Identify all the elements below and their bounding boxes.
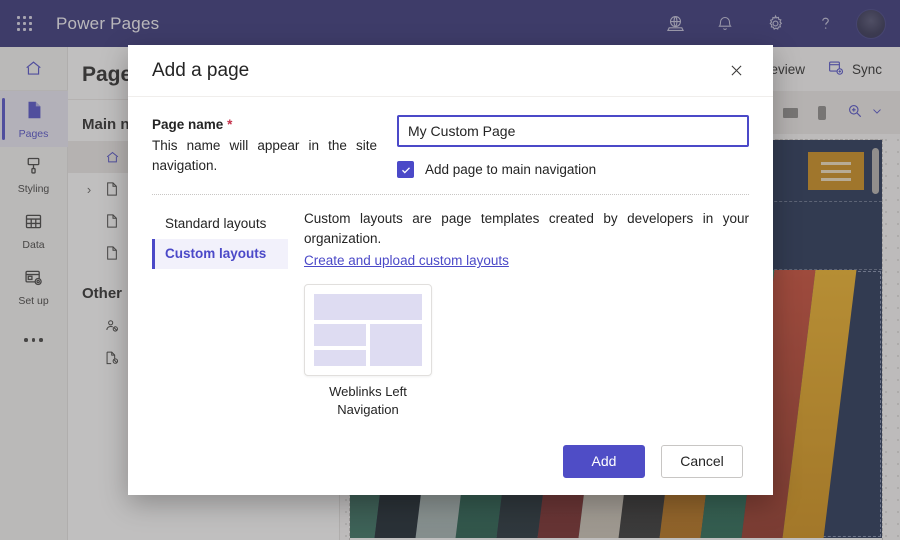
close-icon[interactable] (721, 56, 751, 86)
cancel-button[interactable]: Cancel (661, 444, 743, 478)
page-name-label-group: Page name * This name will appear in the… (152, 115, 377, 175)
divider (152, 194, 749, 195)
tab-standard-layouts[interactable]: Standard layouts (152, 209, 288, 239)
add-button[interactable]: Add (563, 444, 645, 478)
page-name-input[interactable] (397, 115, 749, 147)
layouts-section: Standard layouts Custom layouts Custom l… (152, 209, 749, 427)
dialog-footer: Add Cancel (128, 427, 773, 495)
dialog-body: Page name * This name will appear in the… (128, 97, 773, 427)
page-name-label: Page name * (152, 117, 377, 132)
dialog-header: Add a page (128, 45, 773, 97)
required-asterisk: * (227, 117, 233, 132)
layouts-description: Custom layouts are page templates create… (304, 211, 749, 246)
add-to-main-navigation-checkbox[interactable] (397, 161, 414, 178)
page-name-label-text: Page name (152, 117, 224, 132)
dialog-title: Add a page (152, 59, 250, 81)
page-name-input-group: Add page to main navigation (397, 115, 749, 178)
page-name-help-text: This name will appear in the site naviga… (152, 138, 377, 173)
page-name-row: Page name * This name will appear in the… (152, 115, 749, 178)
tab-custom-layouts[interactable]: Custom layouts (152, 239, 288, 270)
add-to-nav-row[interactable]: Add page to main navigation (397, 161, 749, 178)
add-page-dialog: Add a page Page name * This name will ap… (128, 45, 773, 495)
layout-card-caption: Weblinks Left Navigation (329, 384, 407, 417)
layout-tabs: Standard layouts Custom layouts (152, 209, 288, 427)
layout-card-weblinks-left-navigation[interactable]: Weblinks Left Navigation (304, 284, 432, 418)
layout-cards: Weblinks Left Navigation (304, 284, 749, 418)
create-upload-custom-layouts-link[interactable]: Create and upload custom layouts (304, 253, 509, 268)
weblinks-left-navigation-thumb (304, 284, 432, 377)
layouts-content: Custom layouts are page templates create… (304, 209, 749, 427)
power-pages-app: Power Pages Pages Styling Data Set up Pa… (0, 0, 900, 540)
add-to-main-navigation-label: Add page to main navigation (425, 162, 597, 177)
